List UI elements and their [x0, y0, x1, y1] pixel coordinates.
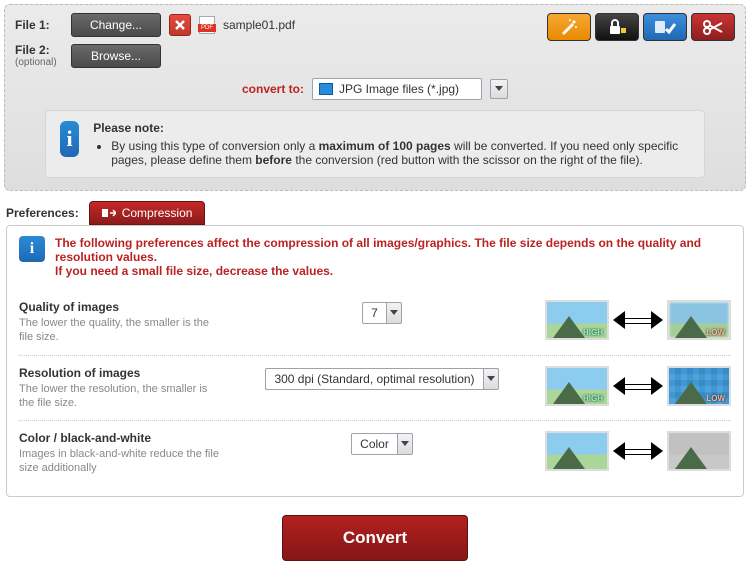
file-1-row: File 1: Change... sample01.pdf [15, 13, 547, 37]
pref-quality: Quality of images The lower the quality,… [19, 290, 731, 356]
convert-button[interactable]: Convert [282, 515, 468, 561]
color-title: Color / black-and-white [19, 431, 219, 445]
compression-icon [102, 207, 116, 219]
magic-wand-button[interactable] [547, 13, 591, 41]
lock-icon [607, 18, 627, 36]
resolution-value: 300 dpi (Standard, optimal resolution) [265, 368, 482, 390]
color-select[interactable]: Color [351, 433, 413, 455]
remove-file-button[interactable] [169, 14, 191, 36]
color-value: Color [351, 433, 397, 455]
chevron-down-icon [495, 86, 503, 92]
close-icon [174, 19, 186, 31]
chevron-down-icon [386, 302, 402, 324]
note-title: Please note: [93, 121, 690, 135]
file-2-optional: (optional) [15, 57, 63, 68]
arrow-bi-icon [615, 374, 661, 398]
scissor-button[interactable] [691, 13, 735, 41]
resolution-preview: HIGH LOW [545, 366, 731, 406]
warn-line-1: The following preferences affect the com… [55, 236, 731, 264]
format-select[interactable]: JPG Image files (*.jpg) [312, 78, 482, 100]
convert-to-row: convert to: JPG Image files (*.jpg) [15, 78, 735, 100]
filename: sample01.pdf [223, 18, 295, 32]
magic-wand-icon [559, 18, 579, 36]
file-2-label: File 2: [15, 43, 63, 57]
prefs-header: Preferences: Compression [6, 201, 744, 225]
file-2-row: File 2: (optional) Browse... [15, 43, 735, 68]
pref-resolution: Resolution of images The lower the resol… [19, 356, 731, 422]
scissor-icon [702, 19, 724, 35]
note-box: i Please note: By using this type of con… [45, 110, 705, 178]
quality-title: Quality of images [19, 300, 219, 314]
thumb-bw [667, 431, 731, 471]
pref-color: Color / black-and-white Images in black-… [19, 421, 731, 486]
resolution-title: Resolution of images [19, 366, 219, 380]
resolution-select[interactable]: 300 dpi (Standard, optimal resolution) [265, 368, 498, 390]
quality-select[interactable]: 7 [362, 302, 402, 324]
warn-line-2: If you need a small file size, decrease … [55, 264, 731, 278]
options-check-icon [654, 19, 676, 35]
format-value: JPG Image files (*.jpg) [339, 82, 459, 96]
chevron-down-icon [397, 433, 413, 455]
jpg-icon [319, 83, 333, 95]
tab-compression[interactable]: Compression [89, 201, 206, 225]
lock-button[interactable] [595, 13, 639, 41]
chevron-down-icon [483, 368, 499, 390]
format-dropdown-arrow[interactable] [490, 79, 508, 99]
thumb-low: LOW [667, 300, 731, 340]
quality-desc: The lower the quality, the smaller is th… [19, 316, 219, 345]
options-button[interactable] [643, 13, 687, 41]
quality-preview: HIGH LOW [545, 300, 731, 340]
note-bullet: By using this type of conversion only a … [111, 139, 690, 167]
thumb-high: HIGH [545, 366, 609, 406]
quality-value: 7 [362, 302, 386, 324]
prefs-warning: i The following preferences affect the c… [19, 236, 731, 278]
file-panel: File 1: Change... sample01.pdf File 2: (… [4, 4, 746, 191]
thumb-low: LOW [667, 366, 731, 406]
tab-compression-label: Compression [122, 206, 193, 220]
toolbar [547, 13, 735, 41]
pdf-icon [199, 16, 215, 34]
prefs-body: i The following preferences affect the c… [6, 225, 744, 497]
resolution-desc: The lower the resolution, the smaller is… [19, 382, 219, 411]
info-icon: i [19, 236, 45, 262]
info-icon: i [60, 121, 79, 157]
prefs-label: Preferences: [6, 206, 79, 220]
color-preview [545, 431, 731, 471]
color-desc: Images in black-and-white reduce the fil… [19, 447, 219, 476]
thumb-high: HIGH [545, 300, 609, 340]
arrow-bi-icon [615, 308, 661, 332]
convert-to-label: convert to: [242, 82, 304, 96]
change-button[interactable]: Change... [71, 13, 161, 37]
note-content: Please note: By using this type of conve… [93, 121, 690, 167]
thumb-color [545, 431, 609, 471]
arrow-bi-icon [615, 439, 661, 463]
browse-button[interactable]: Browse... [71, 44, 161, 68]
file-1-label: File 1: [15, 18, 63, 32]
